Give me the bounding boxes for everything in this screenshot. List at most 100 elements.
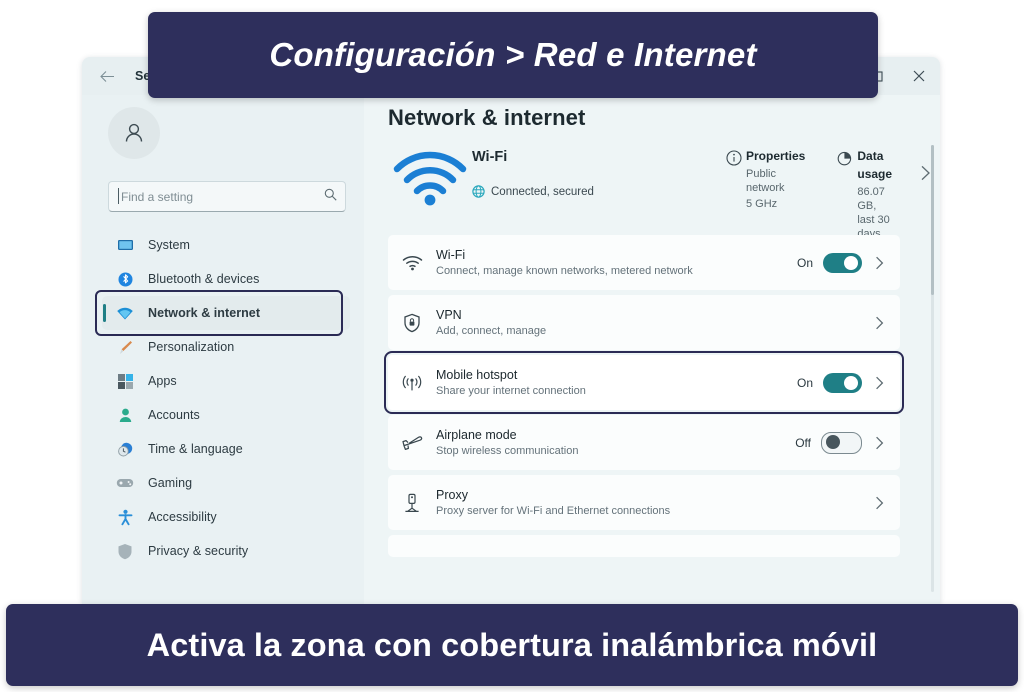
data-usage-sub: 86.07 GB, last 30 days <box>857 186 890 240</box>
search-input[interactable] <box>119 188 324 205</box>
search-box[interactable] <box>108 181 346 212</box>
sidebar-item-network-internet[interactable]: Network & internet <box>95 290 350 336</box>
settings-window: Settings <box>82 57 940 604</box>
pie-chart-icon <box>833 147 857 166</box>
banner-breadcrumb: Configuración > Red e Internet <box>148 12 878 98</box>
wifi-network-name: Wi-Fi <box>472 149 508 165</box>
chevron-right-icon[interactable] <box>862 316 896 330</box>
sidebar-item-label: Accounts <box>148 408 200 422</box>
search-icon <box>324 188 337 206</box>
chevron-right-icon[interactable] <box>862 256 896 270</box>
globe-icon <box>472 185 485 198</box>
banner-bottom-text: Activa la zona con cobertura inalámbrica… <box>146 626 878 663</box>
row-subtitle: Add, connect, manage <box>436 324 547 337</box>
row-title: Airplane mode <box>436 427 517 442</box>
back-arrow-icon <box>99 70 114 82</box>
wifi-summary-card[interactable]: Wi-Fi Connected, secured Properties Publ… <box>388 147 930 240</box>
page-title: Network & internet <box>388 105 586 130</box>
chevron-right-icon[interactable] <box>920 147 931 186</box>
row-partial-next[interactable] <box>388 535 900 557</box>
scrollbar[interactable] <box>931 145 934 592</box>
accessibility-icon <box>114 509 136 526</box>
sidebar-item-gaming[interactable]: Gaming <box>102 466 350 500</box>
chevron-right-icon[interactable] <box>862 436 896 450</box>
row-state-label: Off <box>795 435 811 450</box>
proxy-server-icon <box>388 493 436 513</box>
settings-row-list: Wi-Fi Connect, manage known networks, me… <box>384 235 904 604</box>
text-caret <box>118 188 119 204</box>
row-mobile-hotspot[interactable]: Mobile hotspot Share your internet conne… <box>384 351 904 414</box>
chevron-right-icon[interactable] <box>862 496 896 510</box>
row-text: VPN Add, connect, manage <box>436 307 862 339</box>
data-usage-title: Data usage <box>857 149 893 181</box>
toggle-knob <box>826 435 840 449</box>
sidebar-item-label: Time & language <box>148 442 243 456</box>
wifi-info: Wi-Fi Connected, secured <box>472 147 722 198</box>
person-icon <box>114 407 136 424</box>
window-body: System Bluetooth & devices <box>82 95 940 604</box>
row-text: Airplane mode Stop wireless communicatio… <box>436 427 795 459</box>
wifi-icon <box>388 255 436 271</box>
info-circle-icon <box>722 147 746 166</box>
sidebar-item-label: Bluetooth & devices <box>148 272 260 286</box>
sidebar-item-privacy-security[interactable]: Privacy & security <box>102 534 350 568</box>
wifi-status: Connected, secured <box>472 185 722 198</box>
scrollbar-thumb[interactable] <box>931 145 934 295</box>
monitor-icon <box>114 237 136 254</box>
gamepad-icon <box>114 476 136 490</box>
close-icon <box>913 70 925 82</box>
row-wifi[interactable]: Wi-Fi Connect, manage known networks, me… <box>388 235 900 290</box>
row-state-label: On <box>796 375 813 390</box>
sidebar-item-label: System <box>148 238 190 252</box>
row-subtitle: Proxy server for Wi-Fi and Ethernet conn… <box>436 504 671 517</box>
toggle-knob <box>844 255 858 270</box>
row-state-label: On <box>796 255 813 270</box>
paintbrush-icon <box>114 339 136 356</box>
data-usage-link[interactable]: Data usage 86.07 GB, last 30 days <box>833 147 892 241</box>
properties-sub-network: Public network <box>746 168 785 194</box>
sidebar-item-accounts[interactable]: Accounts <box>102 398 350 432</box>
bluetooth-icon <box>114 271 136 288</box>
wifi-icon <box>114 306 136 321</box>
main-content: Network & internet Wi-Fi Connected, secu… <box>364 95 940 604</box>
back-button[interactable] <box>87 61 127 91</box>
sidebar-item-label: Personalization <box>148 340 235 354</box>
sidebar-item-accessibility[interactable]: Accessibility <box>102 500 350 534</box>
properties-title: Properties <box>746 149 806 163</box>
sidebar-item-label: Network & internet <box>148 306 261 320</box>
sidebar-item-system[interactable]: System <box>102 228 350 262</box>
sidebar-item-time-language[interactable]: Time & language <box>102 432 350 466</box>
row-subtitle: Share your internet connection <box>436 384 586 397</box>
sidebar: System Bluetooth & devices <box>82 95 364 604</box>
wifi-toggle[interactable] <box>823 252 862 273</box>
avatar[interactable] <box>108 107 160 159</box>
hotspot-icon <box>388 373 436 393</box>
chevron-right-icon[interactable] <box>862 376 896 390</box>
row-title: Mobile hotspot <box>436 367 518 382</box>
shield-lock-icon <box>388 313 436 333</box>
wifi-status-label: Connected, secured <box>491 185 594 198</box>
row-title: Proxy <box>436 487 468 502</box>
wifi-signal-icon <box>388 147 472 207</box>
sidebar-item-label: Privacy & security <box>148 544 249 558</box>
apps-grid-icon <box>114 373 136 390</box>
toggle-knob <box>844 375 858 390</box>
row-title: Wi-Fi <box>436 247 466 262</box>
user-avatar-icon <box>125 123 143 142</box>
row-vpn[interactable]: VPN Add, connect, manage <box>388 295 900 350</box>
close-button[interactable] <box>898 57 940 95</box>
sidebar-item-personalization[interactable]: Personalization <box>102 330 350 364</box>
properties-sub-band: 5 GHz <box>746 198 778 210</box>
row-text: Wi-Fi Connect, manage known networks, me… <box>436 247 797 279</box>
row-airplane-mode[interactable]: Airplane mode Stop wireless communicatio… <box>388 415 900 470</box>
mobile-hotspot-toggle[interactable] <box>823 372 862 393</box>
row-proxy[interactable]: Proxy Proxy server for Wi-Fi and Etherne… <box>388 475 900 530</box>
sidebar-item-apps[interactable]: Apps <box>102 364 350 398</box>
properties-link[interactable]: Properties Public network 5 GHz <box>722 147 805 211</box>
sidebar-item-bluetooth-devices[interactable]: Bluetooth & devices <box>102 262 350 296</box>
airplane-mode-toggle[interactable] <box>821 431 862 454</box>
sidebar-nav: System Bluetooth & devices Network & int… <box>82 228 364 568</box>
row-subtitle: Stop wireless communication <box>436 444 579 457</box>
row-subtitle: Connect, manage known networks, metered … <box>436 264 693 277</box>
selection-indicator <box>103 304 106 322</box>
